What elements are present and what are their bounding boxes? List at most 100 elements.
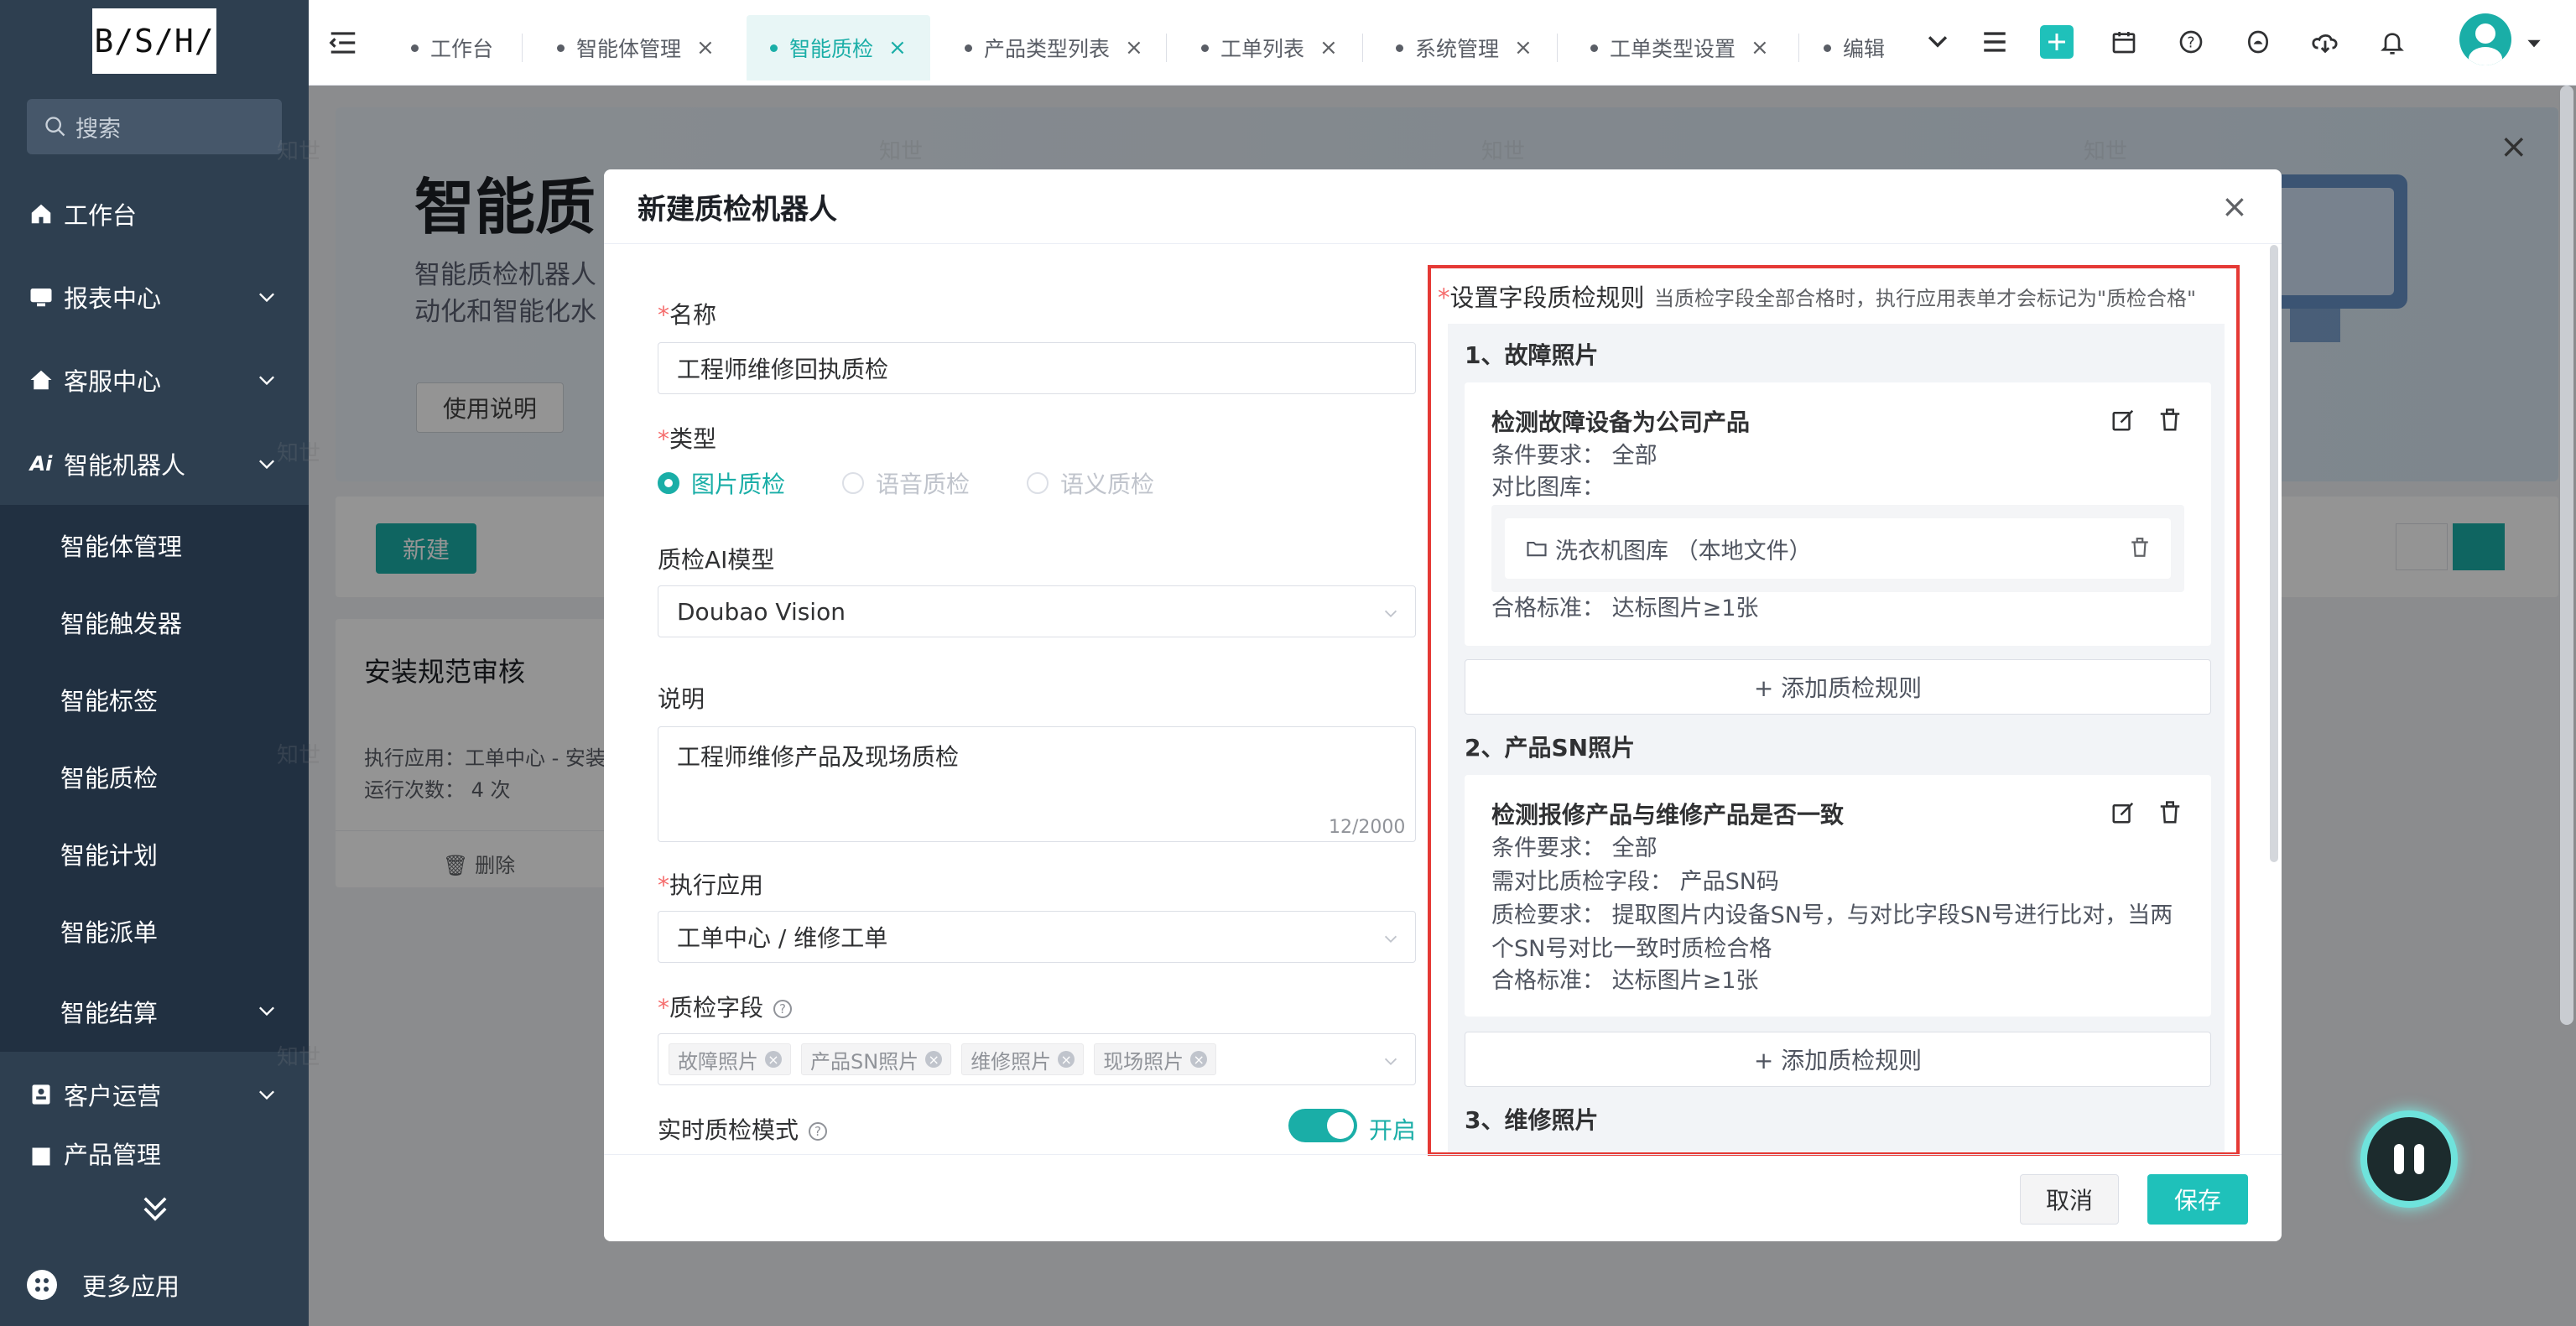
more-apps-button[interactable]: 更多应用	[27, 1258, 180, 1312]
close-icon[interactable]: ×	[696, 35, 715, 60]
tag-close-icon[interactable]: ×	[925, 1051, 943, 1068]
submenu-item-agent[interactable]: 智能体管理	[60, 520, 182, 570]
cancel-button[interactable]: 取消	[2020, 1174, 2119, 1225]
description-label: 说明	[658, 685, 705, 713]
brand-logo[interactable]: B/S/H/	[92, 8, 216, 74]
rule-name: 检测故障设备为公司产品	[1491, 408, 1751, 436]
close-icon[interactable]: ×	[2221, 188, 2248, 225]
submenu-item-settlement[interactable]: 智能结算	[60, 986, 158, 1037]
submenu-item-quality[interactable]: 智能质检	[60, 751, 158, 802]
tab-work-orders[interactable]: 工单列表 ×	[1201, 15, 1338, 81]
chevron-down-icon	[1384, 610, 1397, 618]
pause-floating-button[interactable]	[2360, 1110, 2458, 1208]
add-rule-button[interactable]: + 添加质检规则	[1465, 659, 2211, 715]
realtime-mode-toggle[interactable]	[1288, 1109, 1357, 1142]
edit-icon[interactable]	[2110, 408, 2136, 433]
tag-label: 故障照片	[678, 1049, 758, 1074]
list-menu-icon[interactable]	[1978, 25, 2011, 59]
divider	[604, 1154, 2282, 1155]
fields-multiselect[interactable]: 故障照片 × 产品SN照片 × 维修照片 × 现场照片 ×	[658, 1033, 1416, 1085]
tab-agent-management[interactable]: 智能体管理 ×	[557, 15, 715, 81]
sidebar-item-label: 工作台	[64, 201, 138, 230]
gallery-item-label: 洗衣机图库 （本地文件）	[1555, 538, 1812, 564]
trash-icon[interactable]	[2157, 800, 2183, 825]
tag-close-icon[interactable]: ×	[765, 1051, 782, 1068]
pause-icon	[2394, 1144, 2404, 1174]
tag-close-icon[interactable]: ×	[1190, 1051, 1208, 1068]
tag-close-icon[interactable]: ×	[1058, 1051, 1075, 1068]
gallery-item[interactable]: 洗衣机图库 （本地文件）	[1505, 518, 2171, 579]
required-mark: *	[658, 871, 669, 899]
dialog-scrollbar[interactable]	[2270, 245, 2278, 862]
radio-voice-inspection[interactable]: 语音质检	[842, 466, 970, 500]
submenu-item-trigger[interactable]: 智能触发器	[60, 597, 182, 647]
caret-down-icon[interactable]	[2523, 32, 2545, 54]
radio-label: 语义质检	[1060, 471, 1155, 498]
model-select[interactable]: Doubao Vision	[658, 585, 1416, 637]
tab-dot	[965, 44, 972, 52]
help-icon[interactable]: ?	[2174, 25, 2208, 59]
trash-icon[interactable]	[2129, 537, 2151, 559]
sidebar-item-reports[interactable]: 报表中心	[0, 256, 309, 338]
rule-condition: 条件要求： 全部	[1491, 443, 1657, 469]
fields-label-text: 质检字段	[669, 994, 764, 1022]
rules-hint: 当质检字段全部合格时，执行应用表单才会标记为"质检合格"	[1654, 287, 2197, 310]
close-icon[interactable]: ×	[1125, 35, 1143, 60]
double-chevron-down-icon[interactable]	[138, 1191, 173, 1226]
page-scrollbar[interactable]	[2560, 86, 2573, 1025]
user-avatar[interactable]	[2459, 13, 2511, 65]
sidebar-item-service[interactable]: 客服中心	[0, 339, 309, 421]
radio-image-inspection[interactable]: 图片质检	[658, 466, 785, 500]
bell-icon[interactable]	[2376, 25, 2409, 59]
name-input[interactable]: 工程师维修回执质检	[658, 342, 1416, 394]
tab-product-types[interactable]: 产品类型列表 ×	[965, 15, 1143, 81]
close-icon[interactable]: ×	[1751, 35, 1769, 60]
sidebar-item-workbench[interactable]: 工作台	[0, 173, 309, 255]
edit-icon[interactable]	[2110, 800, 2136, 825]
sidebar-item-customer-ops[interactable]: 客户运营	[0, 1053, 309, 1136]
tab-dot	[1396, 44, 1403, 52]
type-label-text: 类型	[669, 425, 717, 453]
tab-order-type-settings[interactable]: 工单类型设置 ×	[1590, 15, 1769, 81]
tab-quality-inspection[interactable]: 智能质检 ×	[747, 15, 930, 81]
tab-system-management[interactable]: 系统管理 ×	[1396, 15, 1533, 81]
sidebar-item-ai-robot[interactable]: Ai 智能机器人	[0, 423, 309, 505]
svg-text:?: ?	[2187, 35, 2194, 52]
tab-workbench[interactable]: 工作台	[411, 15, 493, 81]
sidebar-item-product[interactable]: 产品管理	[0, 1137, 309, 1171]
question-icon[interactable]: ?	[773, 1000, 793, 1018]
close-icon[interactable]: ×	[888, 35, 907, 60]
submenu-item-plan[interactable]: 智能计划	[60, 829, 158, 879]
submenu-item-dispatch[interactable]: 智能派单	[60, 906, 158, 956]
tabs-dropdown-icon[interactable]	[1921, 25, 1954, 59]
tab-label: 系统管理	[1415, 37, 1500, 61]
tab-label: 工作台	[430, 37, 494, 61]
sidebar-item-label: 客户运营	[64, 1082, 162, 1110]
chevron-down-icon	[259, 1006, 274, 1017]
add-rule-button[interactable]: + 添加质检规则	[1465, 1032, 2211, 1087]
save-button[interactable]: 保存	[2147, 1174, 2248, 1225]
rule-standard: 合格标准： 达标图片≥1张	[1491, 595, 1759, 621]
radio-semantic-inspection[interactable]: 语义质检	[1027, 466, 1154, 500]
sidebar-search-input[interactable]: 搜索	[27, 99, 282, 154]
add-plus-icon[interactable]	[2040, 25, 2074, 59]
exec-app-select[interactable]: 工单中心 / 维修工单	[658, 911, 1416, 963]
description-textarea[interactable]: 工程师维修产品及现场质检	[658, 726, 1416, 842]
submenu-item-tags[interactable]: 智能标签	[60, 674, 158, 725]
sidebar-search-placeholder: 搜索	[75, 116, 121, 143]
question-icon[interactable]: ?	[809, 1122, 828, 1141]
tab-divider	[1166, 34, 1167, 62]
skin-theme-icon[interactable]	[2241, 25, 2275, 59]
report-icon	[27, 283, 55, 311]
menu-fold-icon[interactable]	[327, 27, 359, 59]
calendar-icon[interactable]	[2107, 25, 2141, 59]
tab-dot	[1201, 44, 1209, 52]
close-icon[interactable]: ×	[1319, 35, 1338, 60]
tab-dot	[770, 44, 778, 52]
close-icon[interactable]: ×	[1514, 35, 1533, 60]
cloud-download-icon[interactable]	[2308, 25, 2342, 59]
chevron-down-icon	[1384, 935, 1397, 944]
chevron-down-icon	[1384, 1058, 1397, 1066]
trash-icon[interactable]	[2157, 408, 2183, 433]
tab-edit[interactable]: 编辑	[1824, 15, 1907, 81]
